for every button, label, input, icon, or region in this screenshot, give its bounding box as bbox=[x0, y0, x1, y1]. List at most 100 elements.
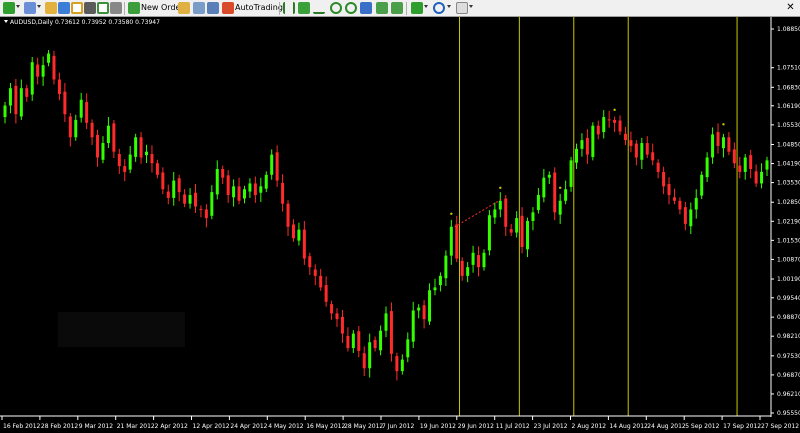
market-watch-icon[interactable] bbox=[45, 2, 57, 14]
indicators-dropdown-icon[interactable] bbox=[424, 5, 428, 8]
main-toolbar: New Order AutoTrading ✕ bbox=[0, 0, 800, 17]
candle-body bbox=[248, 183, 252, 192]
chart-title-arrow-icon bbox=[4, 20, 8, 23]
toolbar-separator bbox=[279, 2, 280, 15]
candle-body bbox=[575, 148, 578, 163]
candle-body bbox=[242, 189, 246, 199]
settings-icon[interactable] bbox=[110, 2, 122, 14]
price-tick-label: 0.96210 bbox=[777, 391, 800, 398]
price-tick-label: 0.98210 bbox=[777, 333, 800, 340]
candle-body bbox=[134, 137, 138, 157]
close-chart-button[interactable]: ✕ bbox=[785, 3, 796, 14]
bull-candle bbox=[487, 210, 491, 256]
navigator-icon[interactable] bbox=[71, 2, 83, 14]
candle-body bbox=[47, 53, 51, 63]
autotrading-label: AutoTrading bbox=[235, 3, 283, 12]
price-tick-label: 0.97530 bbox=[777, 353, 800, 360]
candle-body bbox=[117, 154, 121, 167]
date-tick-label: 27 Sep 2012 bbox=[761, 423, 799, 430]
candle-body bbox=[215, 169, 219, 195]
tile-windows-icon[interactable] bbox=[360, 2, 372, 14]
autotrading-button[interactable]: AutoTrading bbox=[222, 1, 283, 15]
candle-body bbox=[580, 140, 584, 149]
candle-body bbox=[52, 55, 56, 80]
candlestick-icon[interactable] bbox=[298, 2, 310, 14]
candle-body bbox=[384, 313, 388, 331]
price-tick-label: 1.06830 bbox=[777, 84, 800, 91]
candle-body bbox=[389, 311, 393, 354]
candle-body bbox=[743, 157, 747, 172]
date-tick-label: 24 Apr 2012 bbox=[230, 423, 267, 430]
date-tick-label: 14 Aug 2012 bbox=[609, 423, 648, 430]
candle-body bbox=[656, 162, 660, 172]
candle-body bbox=[504, 198, 508, 227]
metaeditor-icon[interactable] bbox=[178, 2, 190, 14]
candle-body bbox=[711, 134, 715, 158]
candle-body bbox=[101, 143, 105, 160]
price-tick-label: 0.96870 bbox=[777, 372, 800, 379]
chart-symbol: AUDUSD,Daily bbox=[10, 19, 54, 26]
candle-body bbox=[482, 252, 486, 268]
candle-body bbox=[379, 330, 383, 351]
periods-icon[interactable] bbox=[433, 2, 445, 14]
print-icon[interactable] bbox=[193, 2, 205, 14]
candle-body bbox=[591, 125, 595, 157]
price-tick-label: 0.98870 bbox=[777, 314, 800, 321]
candle-body bbox=[313, 269, 317, 276]
zoom-in-icon[interactable] bbox=[330, 2, 342, 14]
candle-body bbox=[428, 290, 432, 322]
candle-body bbox=[166, 191, 170, 198]
fractal-marker bbox=[558, 186, 562, 189]
signals-icon[interactable] bbox=[207, 2, 219, 14]
candle-body bbox=[357, 331, 361, 351]
candle-body bbox=[422, 305, 426, 320]
candle-body bbox=[547, 174, 551, 178]
chart-shift-icon[interactable] bbox=[391, 2, 403, 14]
new-chart-dropdown-icon[interactable] bbox=[16, 5, 20, 8]
periods-dropdown-icon[interactable] bbox=[447, 5, 451, 8]
candle-body bbox=[319, 275, 323, 288]
strategy-tester-icon[interactable] bbox=[97, 2, 109, 14]
candle-body bbox=[689, 209, 693, 227]
zoom-out-icon[interactable] bbox=[345, 2, 357, 14]
price-tick-label: 1.04190 bbox=[777, 161, 800, 168]
new-order-button[interactable]: New Order bbox=[128, 1, 184, 15]
data-window-icon[interactable] bbox=[58, 2, 70, 14]
candle-body bbox=[3, 105, 7, 118]
candle-body bbox=[324, 285, 328, 302]
candle-body bbox=[487, 215, 491, 251]
candle-body bbox=[558, 200, 562, 215]
candle-body bbox=[400, 359, 404, 372]
terminal-icon[interactable] bbox=[84, 2, 96, 14]
candle-body bbox=[183, 194, 187, 204]
chart-panel-shade bbox=[58, 312, 185, 347]
profiles-icon[interactable] bbox=[24, 2, 36, 14]
profiles-dropdown-icon[interactable] bbox=[37, 5, 41, 8]
new-chart-icon[interactable] bbox=[3, 2, 15, 14]
candle-body bbox=[14, 85, 18, 115]
candle-body bbox=[466, 267, 470, 276]
date-tick-label: 21 Mar 2012 bbox=[117, 423, 155, 430]
candle-body bbox=[253, 183, 257, 196]
candle-body bbox=[145, 151, 149, 156]
candle-body bbox=[618, 120, 622, 132]
candle-body bbox=[417, 307, 421, 311]
candle-body bbox=[634, 143, 638, 158]
indicators-icon[interactable] bbox=[411, 2, 423, 14]
templates-icon[interactable] bbox=[456, 2, 468, 14]
date-tick-label: 28 May 2012 bbox=[344, 423, 383, 430]
candle-body bbox=[297, 229, 301, 241]
candle-body bbox=[498, 200, 502, 210]
price-tick-label: 1.05530 bbox=[777, 122, 800, 129]
chart-background bbox=[0, 17, 800, 433]
line-chart-icon[interactable] bbox=[313, 2, 325, 14]
candle-body bbox=[161, 172, 165, 190]
price-chart[interactable]: 1.08850 1.07510 1.06830 1.06190 1.05530 1.048… bbox=[0, 17, 800, 433]
auto-scroll-icon[interactable] bbox=[376, 2, 388, 14]
candle-body bbox=[493, 209, 497, 218]
candle-body bbox=[128, 154, 132, 170]
candle-body bbox=[526, 221, 530, 250]
candle-body bbox=[433, 287, 437, 291]
bar-chart-icon[interactable] bbox=[283, 2, 295, 14]
templates-dropdown-icon[interactable] bbox=[469, 5, 473, 8]
